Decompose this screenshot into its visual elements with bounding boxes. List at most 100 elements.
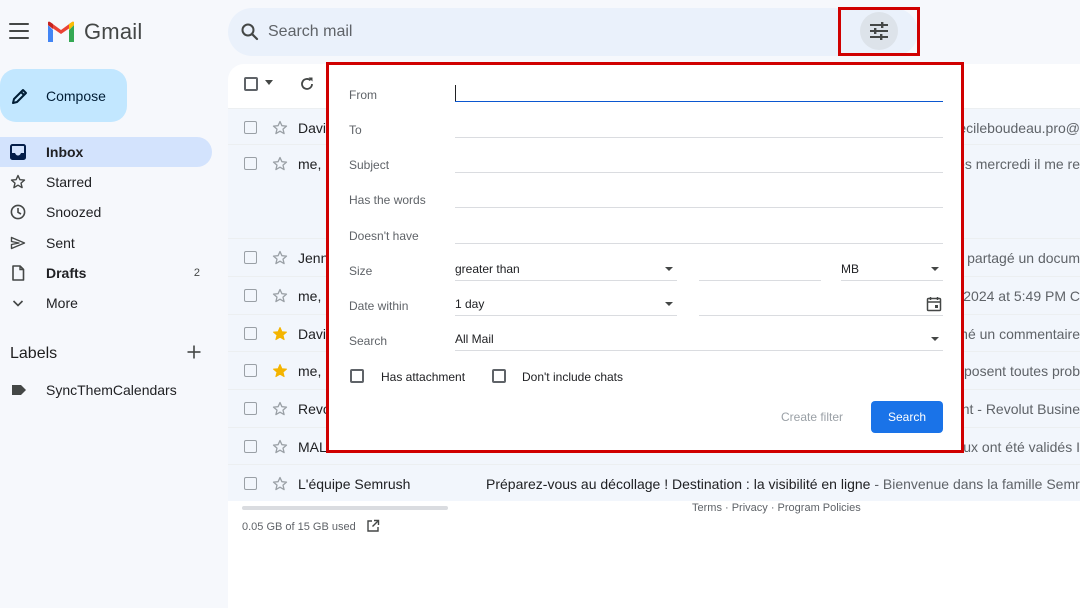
- email-subject: Préparez-vous au décollage ! Destination…: [486, 476, 871, 492]
- email-snippet-tail: ent - Revolut Busine: [953, 401, 1080, 417]
- has-words-label: Has the words: [349, 193, 426, 207]
- email-snippet-tail: s posent toutes prob: [953, 363, 1080, 379]
- chevron-down-icon: [12, 300, 24, 307]
- no-chats-checkbox[interactable]: [492, 369, 506, 383]
- advanced-search-highlight: From To Subject Has the words Doesn't ha…: [326, 62, 964, 453]
- email-preview: Préparez-vous au décollage ! Destination…: [486, 476, 1080, 492]
- doesnt-have-underline: [455, 243, 943, 244]
- email-checkbox[interactable]: [244, 251, 257, 264]
- create-filter-button[interactable]: Create filter: [781, 410, 843, 424]
- sidebar-item-more[interactable]: More: [0, 288, 212, 318]
- size-value-field[interactable]: [699, 259, 821, 281]
- drafts-count: 2: [193, 266, 200, 279]
- email-snippet-tail: cecileboudeau.pro@: [951, 120, 1080, 136]
- label-item-syncthemcalendars[interactable]: SyncThemCalendars: [0, 375, 212, 405]
- size-unit-select[interactable]: MB: [841, 259, 943, 281]
- storage-usage: 0.05 GB of 15 GB used: [242, 521, 356, 533]
- sidebar-item-label: More: [46, 294, 78, 311]
- star-icon: [10, 174, 26, 189]
- email-snippet-tail: es mercredi il me re: [957, 156, 1080, 172]
- gmail-logo[interactable]: Gmail: [46, 19, 142, 45]
- send-icon: [10, 236, 26, 249]
- label-tag-icon: [12, 385, 26, 395]
- storage-bar: [242, 506, 448, 510]
- email-sender: L'équipe Semrush: [298, 476, 411, 492]
- sidebar-item-sent[interactable]: Sent: [0, 228, 212, 258]
- search-scope-select[interactable]: All Mail: [455, 329, 943, 351]
- compose-button[interactable]: Compose: [0, 69, 127, 122]
- refresh-icon[interactable]: [299, 76, 315, 92]
- sidebar-item-snoozed[interactable]: Snoozed: [0, 197, 212, 227]
- labels-heading: Labels: [10, 345, 58, 362]
- email-checkbox[interactable]: [244, 477, 257, 490]
- star-icon[interactable]: [272, 476, 288, 492]
- email-snippet: - Bienvenue dans la famille Semrush: [870, 476, 1080, 492]
- app-name: Gmail: [84, 19, 143, 44]
- search-bar[interactable]: [228, 8, 918, 56]
- sidebar-item-inbox[interactable]: Inbox: [0, 137, 212, 167]
- search-options-button[interactable]: [860, 12, 898, 50]
- email-sender: Jenn: [298, 250, 329, 266]
- star-icon[interactable]: [272, 120, 288, 136]
- email-checkbox[interactable]: [244, 327, 257, 340]
- star-icon[interactable]: [272, 156, 288, 172]
- email-checkbox[interactable]: [244, 402, 257, 415]
- no-chats-label: Don't include chats: [522, 370, 624, 384]
- clock-icon: [10, 204, 26, 220]
- footer-links[interactable]: Terms · Privacy · Program Policies: [692, 502, 861, 514]
- doesnt-have-field[interactable]: [455, 221, 943, 243]
- email-snippet-tail: mé un commentaire: [956, 326, 1080, 342]
- sidebar-item-label: Drafts: [46, 264, 87, 281]
- starred-icon[interactable]: [272, 326, 288, 342]
- dropdown-caret-icon: [665, 302, 673, 306]
- doesnt-have-label: Doesn't have: [349, 229, 419, 243]
- email-snippet-tail: 1, 2024 at 5:49 PM C: [947, 288, 1080, 304]
- email-checkbox[interactable]: [244, 440, 257, 453]
- tune-icon: [870, 22, 888, 40]
- star-icon[interactable]: [272, 250, 288, 266]
- top-bar: Gmail: [0, 0, 1080, 64]
- search-button[interactable]: Search: [871, 401, 943, 433]
- email-checkbox[interactable]: [244, 121, 257, 134]
- date-field[interactable]: [699, 294, 943, 316]
- has-attachment-label: Has attachment: [381, 370, 466, 384]
- subject-field[interactable]: [455, 150, 943, 172]
- email-row[interactable]: L'équipe Semrush Préparez-vous au décolla…: [228, 464, 1080, 501]
- star-icon[interactable]: [272, 439, 288, 455]
- search-icon[interactable]: [240, 22, 260, 42]
- to-field[interactable]: [455, 115, 943, 137]
- compose-label: Compose: [46, 87, 106, 104]
- search-input[interactable]: [268, 18, 828, 46]
- email-checkbox[interactable]: [244, 289, 257, 302]
- sidebar-item-label: Starred: [46, 174, 92, 191]
- open-external-icon[interactable]: [366, 519, 380, 533]
- select-all-checkbox[interactable]: [244, 77, 258, 91]
- size-operator-value: greater than: [455, 262, 520, 276]
- main-menu-button[interactable]: [8, 20, 30, 42]
- email-checkbox[interactable]: [244, 364, 257, 377]
- calendar-icon[interactable]: [926, 296, 942, 312]
- date-within-label: Date within: [349, 299, 409, 313]
- star-icon[interactable]: [272, 288, 288, 304]
- dropdown-caret-icon: [931, 337, 939, 341]
- from-field[interactable]: [455, 80, 943, 102]
- size-operator-select[interactable]: greater than: [455, 259, 677, 281]
- email-checkbox[interactable]: [244, 157, 257, 170]
- sidebar-item-starred[interactable]: Starred: [0, 167, 212, 197]
- add-label-icon[interactable]: [186, 344, 202, 360]
- starred-icon[interactable]: [272, 363, 288, 379]
- to-underline: [455, 137, 943, 138]
- star-icon[interactable]: [272, 401, 288, 417]
- label-name: SyncThemCalendars: [46, 382, 177, 398]
- date-within-select[interactable]: 1 day: [455, 294, 677, 316]
- dropdown-caret-icon: [931, 267, 939, 271]
- has-attachment-checkbox[interactable]: [350, 369, 364, 383]
- email-snippet-tail: aux ont été validés I: [955, 439, 1080, 455]
- search-scope-label: Search: [349, 334, 388, 348]
- subject-underline: [455, 172, 943, 173]
- has-words-field[interactable]: [455, 185, 943, 207]
- from-underline: [455, 101, 943, 102]
- email-snippet-tail: a partagé un docum: [955, 250, 1080, 266]
- sidebar-item-drafts[interactable]: Drafts 2: [0, 258, 212, 288]
- select-dropdown-icon[interactable]: [265, 80, 273, 85]
